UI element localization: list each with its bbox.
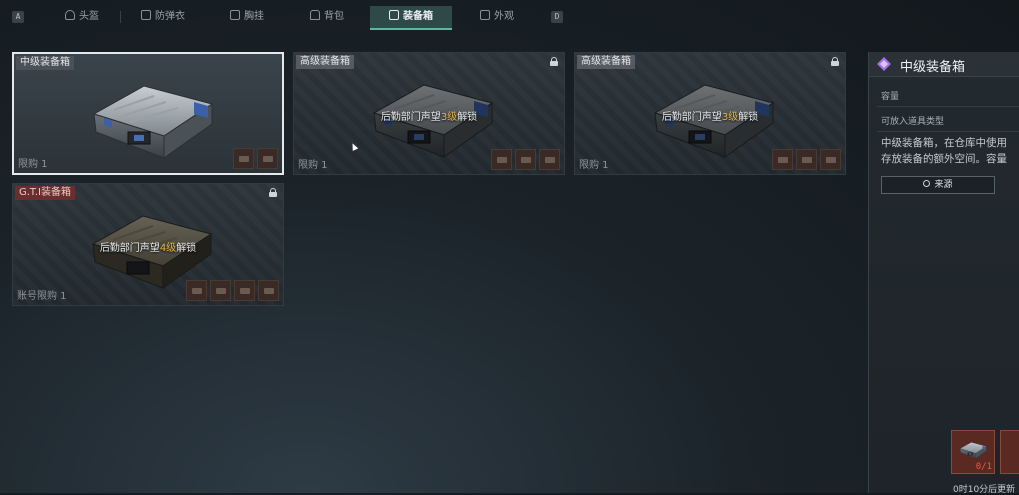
armor-slot-icon [796, 149, 817, 170]
lock-icon [550, 57, 558, 66]
card-title: G.T.I装备箱 [15, 186, 75, 200]
source-button[interactable]: 来源 [881, 176, 995, 194]
item-type-slots [772, 149, 841, 170]
key-hint-left: A [12, 11, 24, 23]
card-title: 高级装备箱 [577, 55, 635, 69]
divider [877, 131, 1019, 132]
item-type-slots [233, 148, 278, 169]
item-type-label: 可放入道具类型 [881, 117, 945, 127]
purchase-limit: 限购 1 [18, 159, 48, 170]
owned-count: 0/1 [975, 462, 992, 472]
weapon-slot-icon [772, 149, 793, 170]
tab-helmet[interactable]: 头盔 [52, 6, 112, 28]
unlock-requirement: 后勤部门声望4级解锁 [99, 243, 197, 254]
equipment-case-card-high-1[interactable]: 高级装备箱 后勤部门声望3级解锁 限购 1 [293, 52, 565, 175]
backpack-icon [310, 10, 320, 20]
tab-separator [120, 11, 121, 23]
helmet-icon [65, 10, 75, 20]
equipment-case-card-mid[interactable]: 中级装备箱 限购 1 [12, 52, 284, 175]
item-type-slots [186, 280, 279, 301]
pouch-slot-icon [257, 148, 278, 169]
helmet-slot-icon [491, 149, 512, 170]
tab-backpack[interactable]: 背包 [292, 6, 362, 28]
armor-slot-icon [234, 280, 255, 301]
divider [877, 106, 1019, 107]
lock-icon [269, 188, 277, 197]
chest-rig-icon [230, 10, 240, 20]
item-type-slots [491, 149, 560, 170]
armor-slot-icon [233, 148, 254, 169]
lock-icon [831, 57, 839, 66]
card-title: 高级装备箱 [296, 55, 354, 69]
tab-chest-rig[interactable]: 胸挂 [212, 6, 282, 28]
mid-case-image [84, 66, 219, 166]
panel-header: 中级装备箱 [869, 52, 1019, 77]
refresh-timer: 0时10分后更新 [953, 485, 1016, 495]
card-title: 中级装备箱 [16, 56, 74, 70]
equipment-case-card-gti[interactable]: G.T.I装备箱 后勤部门声望4级解锁 账号限购 1 [12, 183, 284, 306]
next-item-slot[interactable] [1000, 430, 1019, 474]
panel-title: 中级装备箱 [900, 60, 966, 75]
tab-body-armor[interactable]: 防弹衣 [128, 6, 198, 28]
appearance-icon [480, 10, 490, 20]
gear-slot-icon [539, 149, 560, 170]
knife-slot-icon [820, 149, 841, 170]
unlock-requirement: 后勤部门声望3级解锁 [661, 112, 759, 123]
search-icon [923, 180, 931, 187]
description-line-2: 存放装备的额外空间。容量 [881, 153, 1007, 165]
gear-slot-icon [258, 280, 279, 301]
category-tab-bar: A 头盔 防弹衣 胸挂 背包 装备箱 外观 D [0, 0, 1019, 34]
capacity-label: 容量 [881, 92, 900, 102]
purchase-limit: 账号限购 1 [17, 291, 67, 302]
equipment-case-card-high-2[interactable]: 高级装备箱 后勤部门声望3级解锁 限购 1 [574, 52, 846, 175]
item-detail-panel: 中级装备箱 容量 可放入道具类型 中级装备箱，在仓库中使用 存放装备的额外空间。… [868, 52, 1019, 495]
case-icon [389, 10, 399, 20]
purchase-limit: 限购 1 [298, 160, 328, 171]
rarity-diamond-icon [877, 57, 891, 71]
tab-appearance[interactable]: 外观 [462, 6, 532, 28]
purchase-limit: 限购 1 [579, 160, 609, 171]
key-hint-right: D [551, 11, 563, 23]
mid-case-thumbnail [958, 437, 988, 461]
rig-slot-icon [186, 280, 207, 301]
vest-icon [141, 10, 151, 20]
unlock-requirement: 后勤部门声望3级解锁 [380, 112, 478, 123]
tab-equipment-case[interactable]: 装备箱 [370, 6, 452, 30]
helmet-slot-icon [210, 280, 231, 301]
description-line-1: 中级装备箱，在仓库中使用 [881, 137, 1007, 149]
owned-item-slot[interactable]: 0/1 [951, 430, 995, 474]
armor-slot-icon [515, 149, 536, 170]
